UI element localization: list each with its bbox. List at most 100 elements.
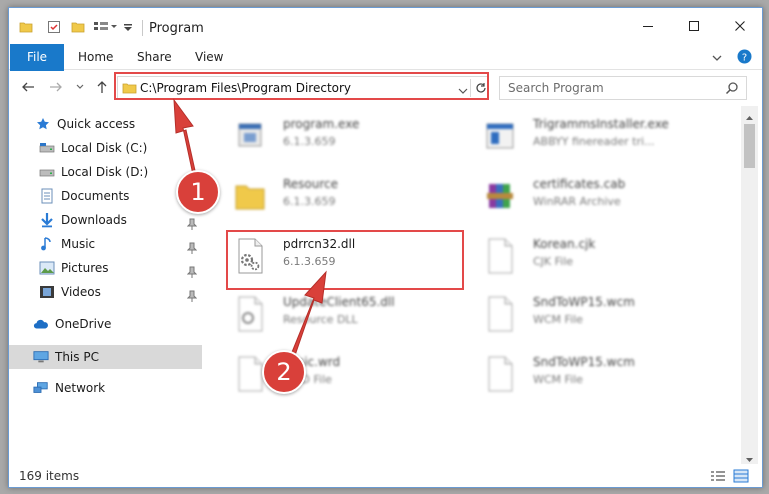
sidebar-item-label: Videos — [61, 285, 101, 299]
file-name: TrigrammsInstaller.exe — [533, 117, 669, 131]
view-options-icon[interactable] — [93, 20, 121, 37]
close-button[interactable] — [717, 8, 762, 44]
pin-icon[interactable] — [186, 266, 198, 278]
sidebar-item-onedrive[interactable]: OneDrive — [33, 313, 111, 335]
file-highlight — [226, 230, 464, 290]
help-icon[interactable]: ? — [737, 49, 752, 67]
sidebar-item-quick-access[interactable]: Quick access — [35, 113, 135, 135]
vertical-scrollbar[interactable] — [741, 106, 758, 464]
address-bar-highlight — [114, 72, 489, 100]
dll-icon — [231, 294, 269, 334]
file-name: SndToWP15.wcm — [533, 295, 635, 309]
search-icon[interactable] — [725, 81, 739, 98]
file-item[interactable]: SndToWP15.wcm WCM File — [459, 286, 699, 342]
sidebar-item-documents[interactable]: Documents — [39, 185, 129, 207]
drive-icon — [39, 140, 55, 156]
tab-home[interactable]: Home — [78, 44, 113, 70]
file-detail: 6.1.3.659 — [283, 195, 336, 208]
customize-toolbar-icon[interactable] — [123, 20, 133, 37]
videos-icon — [39, 284, 55, 300]
forward-button[interactable] — [47, 79, 65, 97]
scroll-up-icon[interactable] — [745, 110, 754, 124]
file-detail: Resource DLL — [283, 313, 358, 326]
item-count: 169 items — [19, 469, 80, 483]
window-title: Program — [149, 21, 204, 36]
minimize-button[interactable] — [625, 8, 671, 44]
title-separator — [142, 20, 143, 36]
scrollbar-thumb[interactable] — [744, 124, 755, 168]
ribbon-tabs: File Home Share View ? — [9, 44, 762, 100]
pin-icon[interactable] — [186, 290, 198, 302]
installer-icon — [481, 116, 519, 156]
sidebar-item-label: Quick access — [57, 117, 136, 131]
sidebar-item-label: Local Disk (D:) — [61, 165, 149, 179]
cloud-icon — [33, 316, 49, 332]
file-name: Korean.cjk — [533, 237, 596, 251]
folder-icon — [231, 176, 269, 216]
status-bar: 169 items — [9, 464, 762, 487]
star-icon — [35, 116, 51, 132]
file-name: program.exe — [283, 117, 360, 131]
sidebar-item-local-disk-d[interactable]: Local Disk (D:) — [39, 161, 148, 183]
properties-icon[interactable] — [47, 20, 61, 37]
file-item[interactable]: TrigrammsInstaller.exe ABBYY finereader … — [459, 108, 699, 164]
sidebar-item-network[interactable]: Network — [33, 377, 105, 399]
file-detail: CJK File — [533, 255, 574, 268]
file-icon — [481, 294, 519, 334]
sidebar-item-local-disk-c[interactable]: Local Disk (C:) — [39, 137, 147, 159]
sidebar-item-pictures[interactable]: Pictures — [39, 257, 109, 279]
documents-icon — [39, 188, 55, 204]
file-item[interactable]: Korean.cjk CJK File — [459, 228, 699, 284]
network-icon — [33, 380, 49, 396]
file-name: certificates.cab — [533, 177, 626, 191]
back-button[interactable] — [19, 79, 37, 97]
sidebar-item-label: Music — [61, 237, 96, 251]
sidebar-item-music[interactable]: Music — [39, 233, 95, 255]
sidebar-item-label: Local Disk (C:) — [61, 141, 148, 155]
sidebar-item-label: Downloads — [61, 213, 127, 227]
sidebar-item-label: OneDrive — [55, 317, 112, 331]
sidebar-item-label: Network — [55, 381, 106, 395]
sidebar-item-videos[interactable]: Videos — [39, 281, 101, 303]
details-view-icon[interactable] — [710, 470, 726, 485]
svg-text:?: ? — [742, 53, 747, 64]
file-name: Resource — [283, 177, 339, 191]
recent-locations-button[interactable] — [71, 79, 89, 97]
file-name: UpdateClient65.dll — [283, 295, 395, 309]
file-item[interactable]: UpdateClient65.dll Resource DLL — [209, 286, 449, 342]
file-item[interactable]: SndToWP15.wcm WCM File — [459, 346, 699, 402]
maximize-button[interactable] — [671, 8, 717, 44]
file-item[interactable]: program.exe 6.1.3.659 — [209, 108, 449, 164]
sidebar-item-label: This PC — [55, 350, 99, 364]
pin-icon[interactable] — [186, 242, 198, 254]
large-icons-view-icon[interactable] — [733, 469, 749, 486]
up-button[interactable] — [93, 79, 111, 97]
file-icon — [481, 236, 519, 276]
file-item[interactable]: Resource 6.1.3.659 — [209, 168, 449, 224]
expand-ribbon-icon[interactable] — [711, 52, 723, 66]
search-box[interactable] — [499, 76, 747, 100]
file-detail: WCM File — [533, 313, 583, 326]
sidebar-item-label: Documents — [61, 189, 130, 203]
file-name: SndToWP15.wcm — [533, 355, 635, 369]
sidebar-item-this-pc[interactable]: This PC — [33, 346, 99, 368]
navigation-pane: Quick access Local Disk (C:) Local Disk … — [9, 106, 202, 464]
file-detail: 6.1.3.659 — [283, 135, 336, 148]
file-item[interactable]: certificates.cab WinRAR Archive — [459, 168, 699, 224]
pin-icon[interactable] — [186, 218, 198, 230]
sidebar-item-downloads[interactable]: Downloads — [39, 209, 127, 231]
new-folder-icon[interactable] — [71, 20, 85, 37]
search-input[interactable] — [508, 80, 718, 96]
file-detail: WinRAR Archive — [533, 195, 621, 208]
file-icon — [481, 354, 519, 394]
tab-share[interactable]: Share — [137, 44, 172, 70]
tab-view[interactable]: View — [195, 44, 223, 70]
download-icon — [39, 212, 55, 228]
file-detail: ABBYY finereader tri... — [533, 135, 655, 148]
archive-icon — [481, 176, 519, 216]
folder-icon — [19, 20, 33, 37]
file-detail: WCM File — [533, 373, 583, 386]
pictures-icon — [39, 260, 55, 276]
music-icon — [39, 236, 55, 252]
file-item[interactable]: basic.wrd WRD File — [209, 346, 449, 402]
